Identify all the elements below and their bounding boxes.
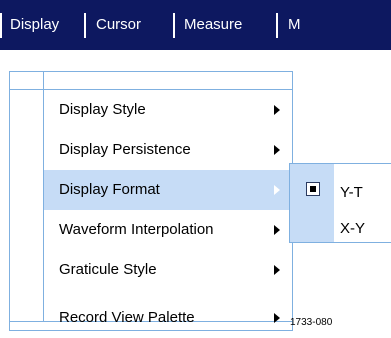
menu-item-display-style[interactable]: Display Style [44, 90, 292, 130]
submenu-option-x-y[interactable]: X-Y [340, 220, 365, 237]
menu-item-label: Display Persistence [59, 141, 191, 158]
menu-bar: Display Cursor Measure M [0, 0, 391, 50]
triangle-right-icon [274, 313, 280, 323]
menu-item-display-persistence[interactable]: Display Persistence [44, 130, 292, 170]
triangle-right-icon [274, 265, 280, 275]
submenu-gutter [290, 164, 334, 242]
menu-item-display-format[interactable]: Display Format [44, 170, 292, 210]
menu-item-label: Display Format [59, 181, 160, 198]
submenu-option-y-t[interactable]: Y-T [340, 184, 363, 201]
menu-item-record-view-palette[interactable]: Record View Palette [44, 298, 292, 338]
menu-item-label: Graticule Style [59, 261, 157, 278]
display-dropdown-menu: Display Style Display Persistence Displa… [9, 71, 293, 331]
menu-separator [0, 13, 2, 38]
menu-item-label: Display Style [59, 101, 146, 118]
triangle-right-icon [274, 225, 280, 235]
menu-m[interactable]: M [288, 0, 301, 50]
triangle-right-icon [274, 145, 280, 155]
filled-square-icon [306, 182, 320, 196]
menu-item-graticule-style[interactable]: Graticule Style [44, 250, 292, 290]
dropdown-gutter-line [43, 72, 44, 89]
menu-display[interactable]: Display [10, 0, 59, 50]
menu-measure[interactable]: Measure [184, 0, 242, 50]
menu-item-label: Record View Palette [59, 309, 195, 326]
triangle-right-icon [274, 185, 280, 195]
menu-item-label: Waveform Interpolation [59, 221, 214, 238]
menu-separator [84, 13, 86, 38]
display-format-submenu: Y-T X-Y [289, 163, 391, 243]
menu-cursor[interactable]: Cursor [96, 0, 141, 50]
menu-separator [276, 13, 278, 38]
menu-item-waveform-interpolation[interactable]: Waveform Interpolation [44, 210, 292, 250]
menu-separator [173, 13, 175, 38]
figure-id-label: 1733-080 [290, 317, 333, 328]
triangle-right-icon [274, 105, 280, 115]
